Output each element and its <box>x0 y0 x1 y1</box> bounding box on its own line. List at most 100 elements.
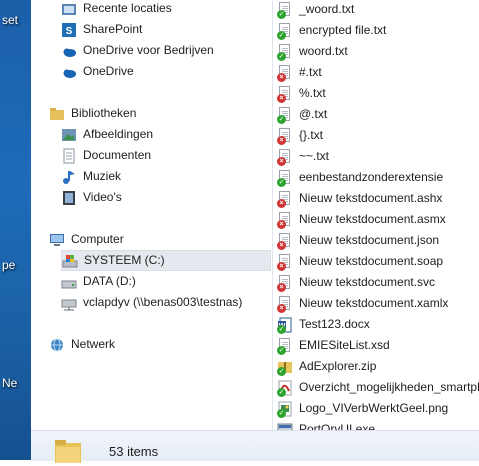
computer-icon <box>49 232 65 248</box>
file-row[interactable]: ✓ _woord.txt <box>273 0 354 20</box>
nav-item-label: OneDrive <box>83 64 134 78</box>
desktop-icon-label[interactable]: pe <box>2 258 15 272</box>
text-file-icon: ✓ <box>277 1 293 19</box>
nav-item-recent-places[interactable]: Recente locaties <box>61 0 172 18</box>
file-name: Nieuw tekstdocument.json <box>299 233 440 247</box>
exe-file-icon: ✓ <box>277 422 293 430</box>
nav-item-system-drive[interactable]: SYSTEEM (C:) <box>61 250 271 271</box>
file-row[interactable]: ✓ eenbestandzonderextensie <box>273 167 443 188</box>
text-file-icon: × <box>277 64 293 82</box>
svg-text:S: S <box>66 26 73 37</box>
file-list-pane[interactable]: ✓ _woord.txt ✓ encrypted file.txt ✓ woord.txt… <box>273 0 479 430</box>
file-row[interactable]: × Nieuw tekstdocument.ashx <box>273 188 442 209</box>
file-name: _woord.txt <box>299 2 355 16</box>
nav-item-label: DATA (D:) <box>83 274 136 288</box>
nav-item-onedrive-business[interactable]: OneDrive voor Bedrijven <box>61 41 214 60</box>
nav-item-label: SYSTEEM (C:) <box>84 253 165 267</box>
sync-ok-icon: ✓ <box>277 114 286 124</box>
file-row[interactable]: × Nieuw tekstdocument.xamlx <box>273 293 448 314</box>
nav-item-pictures[interactable]: Afbeeldingen <box>61 125 153 144</box>
nav-item-network-drive[interactable]: vclapdyv (\\benas003\testnas) <box>61 293 242 312</box>
recent-places-icon <box>61 1 77 17</box>
sync-error-icon: × <box>277 219 286 229</box>
libraries-icon <box>49 106 65 122</box>
file-row[interactable]: × Nieuw tekstdocument.svc <box>273 272 435 293</box>
file-row[interactable]: × #.txt <box>273 62 322 83</box>
network-icon <box>49 337 65 353</box>
file-name: Overzicht_mogelijkheden_smartph <box>299 380 479 394</box>
file-name: {}.txt <box>299 128 324 142</box>
file-name: Nieuw tekstdocument.soap <box>299 254 444 268</box>
nav-item-music[interactable]: Muziek <box>61 167 121 186</box>
sharepoint-icon: S <box>61 22 77 38</box>
text-file-icon: × <box>277 274 293 292</box>
file-name: Nieuw tekstdocument.svc <box>299 275 436 289</box>
sync-error-icon: × <box>277 93 286 103</box>
nav-group-computer[interactable]: Computer <box>49 230 124 249</box>
nav-group-libraries[interactable]: Bibliotheken <box>49 104 136 123</box>
nav-item-label: Afbeeldingen <box>83 127 154 141</box>
status-bar: 53 items <box>31 430 479 463</box>
nav-item-sharepoint[interactable]: S SharePoint <box>61 20 142 39</box>
file-name: @.txt <box>299 107 328 121</box>
file-name: Nieuw tekstdocument.xamlx <box>299 296 449 310</box>
file-row[interactable]: ✓ Logo_VIVerbWerktGeel.png <box>273 398 448 419</box>
image-file-icon: ✓ <box>277 401 293 418</box>
file-row[interactable]: × {}.txt <box>273 125 323 146</box>
nav-item-label: OneDrive voor Bedrijven <box>83 43 214 57</box>
nav-item-videos[interactable]: Video's <box>61 188 122 207</box>
file-row[interactable]: ✓ EMIESiteList.xsd <box>273 335 390 356</box>
drive-icon <box>61 274 77 290</box>
file-row[interactable]: ✓ woord.txt <box>273 41 348 62</box>
system-drive-icon <box>62 253 78 269</box>
text-file-icon: × <box>277 295 293 313</box>
sync-error-icon: × <box>277 282 286 292</box>
navigation-pane[interactable]: Recente locaties S SharePoint OneDrive v… <box>31 0 273 430</box>
file-row[interactable]: × Nieuw tekstdocument.soap <box>273 251 443 272</box>
file-row[interactable]: ✓ @.txt <box>273 104 327 125</box>
sync-ok-icon: ✓ <box>277 177 286 187</box>
sync-ok-icon: ✓ <box>277 366 286 376</box>
sync-ok-icon: ✓ <box>277 345 286 355</box>
explorer-window: Recente locaties S SharePoint OneDrive v… <box>31 0 479 463</box>
file-name: Logo_VIVerbWerktGeel.png <box>299 401 449 415</box>
onedrive-icon <box>61 64 77 80</box>
file-name: #.txt <box>299 65 322 79</box>
zip-file-icon: ✓ <box>277 359 293 376</box>
text-file-icon: ✓ <box>277 43 293 61</box>
sync-error-icon: × <box>277 303 286 313</box>
sync-error-icon: × <box>277 135 286 145</box>
sync-error-icon: × <box>277 240 286 250</box>
file-row[interactable]: ✓ encrypted file.txt <box>273 20 386 41</box>
sync-ok-icon: ✓ <box>277 51 286 61</box>
text-file-icon: × <box>277 190 293 208</box>
nav-item-label: SharePoint <box>83 22 143 36</box>
file-row[interactable]: × %.txt <box>273 83 326 104</box>
documents-icon <box>61 148 77 164</box>
desktop-icon-label[interactable]: set <box>2 13 18 27</box>
file-name: Nieuw tekstdocument.asmx <box>299 212 446 226</box>
nav-group-network[interactable]: Netwerk <box>49 335 115 354</box>
sync-ok-icon: ✓ <box>277 30 286 40</box>
file-row[interactable]: × Nieuw tekstdocument.json <box>273 230 439 251</box>
pdf-file-icon: ✓ <box>277 380 293 397</box>
nav-item-onedrive[interactable]: OneDrive <box>61 62 134 81</box>
nav-group-label: Netwerk <box>71 337 116 351</box>
file-row[interactable]: × ~~.txt <box>273 146 329 167</box>
nav-item-documents[interactable]: Documenten <box>61 146 151 165</box>
text-file-icon: × <box>277 85 293 103</box>
text-file-icon: ✓ <box>277 337 293 355</box>
nav-item-label: Documenten <box>83 148 152 162</box>
file-row[interactable]: ✓ PortQryUI.exe <box>273 419 375 430</box>
file-row[interactable]: ✓ AdExplorer.zip <box>273 356 376 377</box>
desktop-icon-label[interactable]: Ne <box>2 376 17 390</box>
nav-item-data-drive[interactable]: DATA (D:) <box>61 272 136 291</box>
sync-ok-icon: ✓ <box>277 9 286 19</box>
sync-error-icon: × <box>277 156 286 166</box>
file-row[interactable]: W✓ Test123.docx <box>273 314 370 335</box>
music-icon <box>61 169 77 185</box>
folder-icon <box>53 439 83 463</box>
text-file-icon: ✓ <box>277 169 293 187</box>
file-row[interactable]: ✓ Overzicht_mogelijkheden_smartph <box>273 377 479 398</box>
file-row[interactable]: × Nieuw tekstdocument.asmx <box>273 209 446 230</box>
